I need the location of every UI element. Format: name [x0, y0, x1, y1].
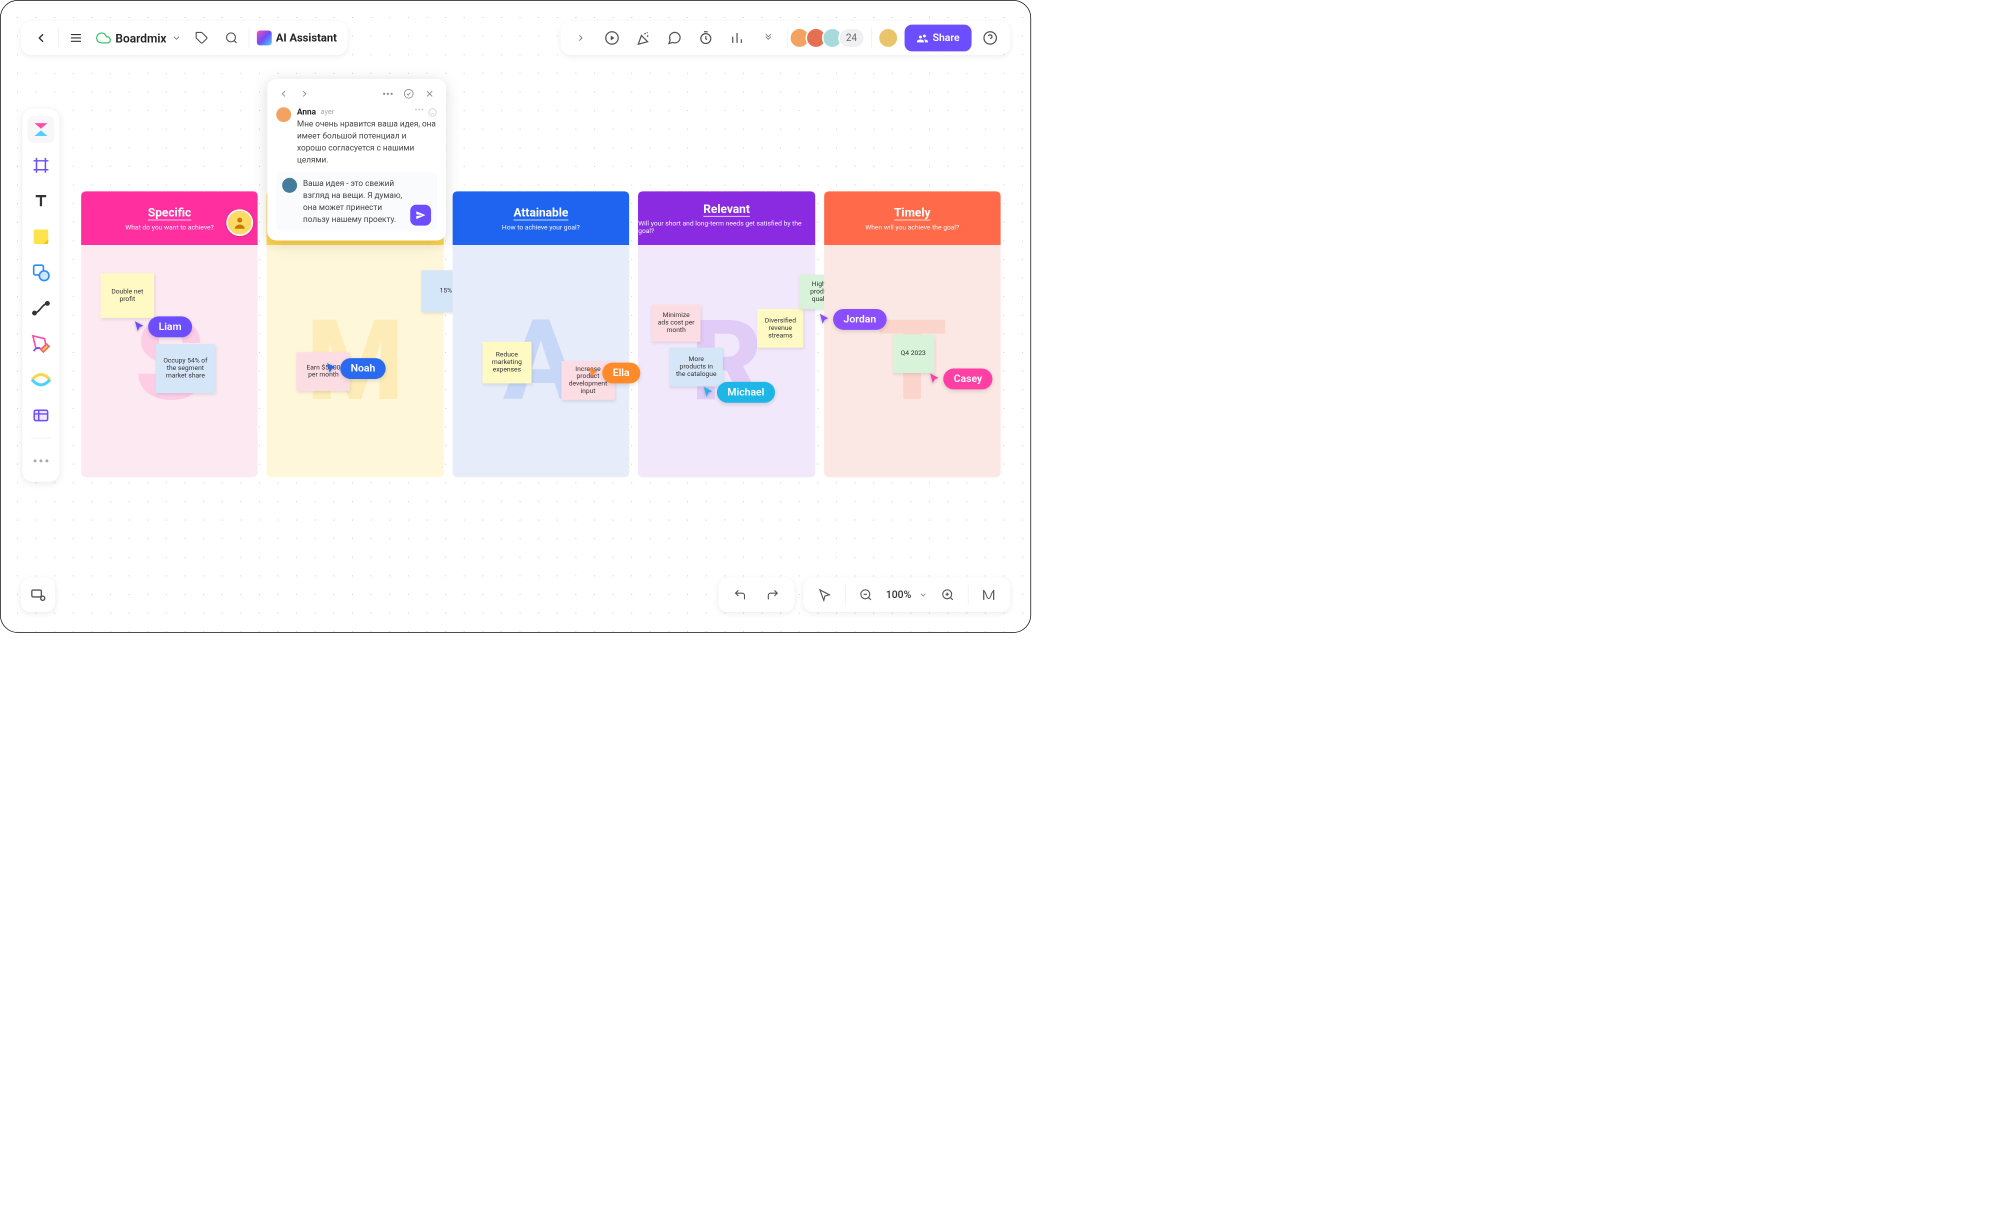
- celebrate-button[interactable]: [630, 25, 655, 50]
- comment-button[interactable]: [662, 25, 687, 50]
- share-button[interactable]: Share: [904, 25, 971, 52]
- comment-react-icon[interactable]: [428, 108, 437, 117]
- more-tool[interactable]: [28, 447, 55, 474]
- column-subtitle: What do you want to achieve?: [125, 224, 213, 231]
- tag-button[interactable]: [189, 25, 214, 50]
- sticky-note[interactable]: Diversified revenue streams: [757, 309, 803, 348]
- file-title[interactable]: Boardmix: [93, 31, 184, 46]
- remote-cursor: Jordan: [818, 309, 886, 330]
- zoom-out-button[interactable]: [853, 582, 878, 607]
- column-subtitle: Will your short and long-term needs get …: [638, 220, 815, 235]
- more-tools-button[interactable]: [755, 25, 780, 50]
- top-left-toolbar: Boardmix AI Assistant: [21, 21, 347, 55]
- comment-resolve-button[interactable]: [401, 86, 416, 101]
- sticky-note[interactable]: Minimize ads cost per month: [652, 305, 701, 342]
- comment-next-button[interactable]: [297, 86, 312, 101]
- column-relevant[interactable]: Relevant Will your short and long-term n…: [638, 191, 815, 477]
- smart-columns: Specific What do you want to achieve? S …: [81, 191, 1000, 477]
- column-subtitle: How to achieve your goal?: [502, 224, 580, 231]
- column-title: Timely: [894, 205, 930, 219]
- cursor-label: Michael: [717, 382, 775, 403]
- expand-toolbar-button[interactable]: [568, 25, 593, 50]
- highlighter-tool[interactable]: [28, 366, 55, 393]
- bottom-right-toolbar: 100%: [718, 578, 1010, 612]
- pen-tool[interactable]: [28, 331, 55, 358]
- comment-prev-button[interactable]: [276, 86, 291, 101]
- avatar-overflow-count[interactable]: 24: [838, 28, 865, 49]
- remote-cursor: Noah: [325, 358, 385, 379]
- shape-tool[interactable]: [28, 259, 55, 286]
- comment-author: Anna: [297, 107, 316, 117]
- cursor-label: Jordan: [833, 309, 886, 330]
- chevron-down-icon: [171, 33, 181, 43]
- cursor-label: Ella: [602, 363, 640, 384]
- ai-assistant-label: AI Assistant: [276, 31, 337, 44]
- comment-panel[interactable]: Anna ayer Мне очень нравится ваша идея, …: [267, 79, 446, 240]
- ai-logo-icon: [257, 31, 272, 46]
- frame-tool[interactable]: [28, 152, 55, 179]
- zoom-level[interactable]: 100%: [886, 589, 911, 601]
- remote-cursor: Liam: [133, 316, 192, 337]
- current-user-avatar[interactable]: [878, 28, 899, 49]
- cursor-label: Noah: [340, 358, 386, 379]
- comment-timestamp: ayer: [320, 108, 334, 116]
- fit-to-screen-button[interactable]: [976, 582, 1001, 607]
- cloud-sync-icon: [96, 31, 111, 46]
- remote-cursor: Michael: [702, 382, 775, 403]
- comment-more-button[interactable]: [380, 86, 395, 101]
- column-subtitle: When will you achieve the goal?: [865, 224, 959, 231]
- presentation-button[interactable]: [599, 25, 624, 50]
- redo-button[interactable]: [760, 582, 785, 607]
- undo-button[interactable]: [727, 582, 752, 607]
- file-title-text: Boardmix: [115, 31, 166, 45]
- remote-cursor: Ella: [587, 363, 640, 384]
- sticky-note[interactable]: Reduce marketing expenses: [482, 342, 531, 384]
- column-attainable[interactable]: Attainable How to achieve your goal? A R…: [453, 191, 630, 477]
- sticky-note[interactable]: More products in the catalogue: [669, 348, 723, 387]
- column-title: Relevant: [703, 201, 750, 215]
- sticky-note[interactable]: Occupy 54% of the segment market share: [156, 344, 216, 393]
- remote-cursor: Casey: [928, 369, 992, 390]
- share-icon: [916, 32, 928, 44]
- vote-button[interactable]: [724, 25, 749, 50]
- pointer-mode-button[interactable]: [812, 582, 837, 607]
- timer-button[interactable]: [693, 25, 718, 50]
- connector-tool[interactable]: [28, 295, 55, 322]
- search-button[interactable]: [219, 25, 244, 50]
- help-button[interactable]: [978, 25, 1003, 50]
- comment-send-button[interactable]: [410, 204, 431, 225]
- comment-reply-input[interactable]: Ваша идея - это свежий взгляд на вещи. Я…: [303, 178, 404, 225]
- comment-close-button[interactable]: [422, 86, 437, 101]
- cursor-label: Casey: [943, 369, 992, 390]
- zoom-in-button[interactable]: [935, 582, 960, 607]
- comment-avatar-icon: [276, 107, 291, 122]
- cursor-label: Liam: [148, 316, 192, 337]
- share-label: Share: [933, 32, 960, 44]
- chevron-down-icon[interactable]: [919, 590, 928, 599]
- back-button[interactable]: [28, 25, 53, 50]
- sticky-note-tool[interactable]: [28, 223, 55, 250]
- column-timely[interactable]: Timely When will you achieve the goal? T…: [824, 191, 1001, 477]
- sticky-note[interactable]: Q4 2023: [892, 334, 934, 373]
- column-title: Attainable: [513, 205, 568, 219]
- comment-item-more-icon[interactable]: [415, 108, 424, 117]
- comment-avatar-icon: [282, 178, 297, 193]
- sticky-note[interactable]: Double net profit: [101, 273, 155, 318]
- ai-assistant-button[interactable]: AI Assistant: [254, 31, 340, 46]
- table-tool[interactable]: [28, 402, 55, 429]
- minimap-button[interactable]: [21, 578, 55, 612]
- column-title: Specific: [148, 205, 191, 219]
- comment-text: Мне очень нравится ваша идея, она имеет …: [297, 118, 437, 165]
- collaborator-avatars[interactable]: 24: [793, 28, 864, 49]
- left-toolbar: [22, 109, 59, 482]
- top-right-toolbar: 24 Share: [560, 21, 1010, 55]
- text-tool[interactable]: [28, 188, 55, 215]
- menu-button[interactable]: [63, 25, 88, 50]
- select-tool[interactable]: [28, 116, 55, 143]
